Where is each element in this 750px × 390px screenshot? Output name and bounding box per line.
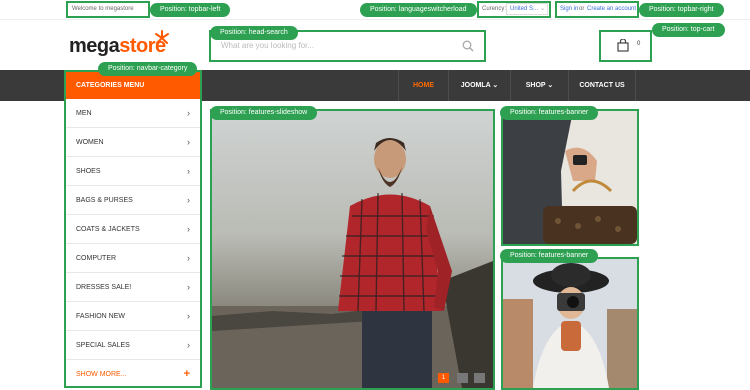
position-box-language xyxy=(477,1,551,18)
nav-home[interactable]: HOME xyxy=(398,70,448,101)
nav-joomla[interactable]: JOOMLA ⌄ xyxy=(448,70,510,101)
position-box-banner-2 xyxy=(501,257,639,390)
position-label-top-cart: Position: top-cart xyxy=(652,23,725,37)
position-label-navbar-category: Position: navbar-category xyxy=(98,62,198,76)
position-box-top-cart xyxy=(599,30,652,62)
position-label-slideshow: Position: features-slideshow xyxy=(210,106,318,120)
position-box-topbar-right xyxy=(555,1,639,18)
position-label-language: Position: languageswitcherload xyxy=(360,3,477,17)
position-label-banner-1: Position: features-banner xyxy=(500,106,599,120)
position-label-topbar-right: Position: topbar-right xyxy=(639,3,724,17)
position-box-topbar-left xyxy=(66,1,150,18)
position-box-navbar-category xyxy=(64,70,202,388)
position-box-slideshow xyxy=(210,109,495,390)
position-label-head-search: Position: head-search xyxy=(210,26,298,40)
logo[interactable]: megastore xyxy=(69,35,166,58)
logo-starburst-icon xyxy=(155,30,169,44)
position-label-topbar-left: Position: topbar-left xyxy=(150,3,231,17)
position-label-banner-2: Position: features-banner xyxy=(500,249,599,263)
nav-contact-us[interactable]: CONTACT US xyxy=(568,70,636,101)
nav-shop[interactable]: SHOP ⌄ xyxy=(510,70,568,101)
position-box-banner-1 xyxy=(501,109,639,246)
logo-text-mega: mega xyxy=(69,35,120,57)
